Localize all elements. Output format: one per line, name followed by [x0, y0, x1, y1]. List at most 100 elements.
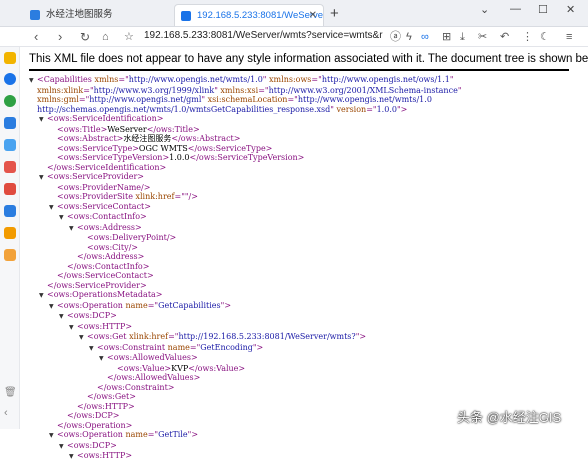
xml-line: xmlns:xlink="http://www.w3.org/1999/xlin…: [29, 86, 581, 96]
xml-token: <ows:Get: [87, 332, 130, 341]
night-mode-icon[interactable]: ☾: [540, 29, 550, 45]
xml-token: <ows:ServiceType>: [57, 143, 139, 153]
reload-icon[interactable]: ↻: [80, 29, 90, 45]
collapse-triangle-icon[interactable]: ▼: [79, 333, 87, 343]
back-icon[interactable]: ‹: [34, 29, 38, 45]
xml-token: 1.0.0: [169, 153, 190, 162]
maximize-icon[interactable]: ☐: [538, 3, 548, 16]
pdf-icon[interactable]: [4, 183, 16, 195]
home-icon[interactable]: ⌂: [102, 29, 109, 45]
xml-token: <ows:HTTP>: [77, 321, 133, 331]
collapse-sidebar-icon[interactable]: ‹: [4, 407, 16, 419]
xml-token: </ows:AllowedValues>: [107, 373, 201, 382]
forward-icon[interactable]: ›: [58, 29, 62, 45]
xml-line: <ows:Value>KVP</ows:Value>: [29, 364, 581, 374]
xml-line: ▼ <Capabilities xmlns="http://www.opengis…: [29, 75, 581, 86]
xml-token: =": [168, 332, 179, 341]
browser-icon[interactable]: [4, 73, 16, 85]
xml-line: </ows:ContactInfo>: [29, 262, 581, 272]
xml-line: ▼ <ows:Operation name="GetTile">: [29, 430, 581, 441]
xml-token: <ows:DCP>: [67, 440, 117, 450]
xml-token: GetEncoding: [200, 342, 253, 352]
close-window-icon[interactable]: ✕: [566, 3, 575, 16]
xml-document-tree: ▼ <Capabilities xmlns="http://www.opengis…: [29, 75, 581, 462]
download-icon[interactable]: ⤓: [460, 29, 465, 45]
new-tab-button[interactable]: +: [330, 5, 339, 22]
video-icon[interactable]: [4, 205, 16, 217]
xml-line: </ows:ServiceContact>: [29, 271, 581, 281]
close-tab-icon[interactable]: ✕: [309, 5, 317, 26]
collapse-triangle-icon[interactable]: ▼: [39, 115, 47, 125]
collapse-triangle-icon[interactable]: ▼: [49, 203, 57, 213]
collapse-triangle-icon[interactable]: ▼: [59, 213, 67, 223]
ai-icon[interactable]: ∞: [421, 29, 429, 45]
collapse-triangle-icon[interactable]: ▼: [49, 302, 57, 312]
collapse-triangle-icon[interactable]: ▼: [29, 76, 37, 86]
shopping-icon[interactable]: [4, 161, 16, 173]
undo-icon[interactable]: ↶: [500, 29, 509, 45]
collapse-triangle-icon[interactable]: ▼: [59, 442, 67, 452]
xml-token: ": [457, 85, 462, 95]
favorites-icon[interactable]: [4, 52, 16, 64]
trash-icon[interactable]: 🗑: [4, 387, 17, 399]
xml-token: =": [366, 104, 377, 114]
xml-line: ▼ <ows:Constraint name="GetEncoding">: [29, 343, 581, 354]
search-sidebar-icon[interactable]: [4, 227, 16, 239]
xml-token: =": [147, 430, 159, 439]
xml-token: <ows:OperationsMetadata>: [47, 290, 163, 299]
xml-token: <ows:Title>: [57, 124, 108, 134]
xml-token: ">: [396, 104, 408, 114]
chat-icon[interactable]: [4, 95, 16, 107]
xml-token: <ows:Abstract>: [57, 134, 124, 143]
xml-token: GetTile: [158, 430, 188, 439]
xml-token: <ows:ProviderName/>: [57, 182, 151, 192]
collapse-triangle-icon[interactable]: ▼: [89, 344, 97, 354]
xml-token: </ows:ContactInfo>: [67, 261, 150, 271]
xml-token: </ows:Title>: [146, 124, 200, 134]
page-favicon-icon: [181, 11, 191, 21]
tab-map-service[interactable]: 水经注地图服务: [24, 4, 170, 26]
weather-icon[interactable]: [4, 139, 16, 151]
minimize-icon[interactable]: —: [510, 3, 521, 15]
xml-token: http://www.opengis.net/ows/1.1: [321, 75, 450, 84]
collapse-triangle-icon[interactable]: ▼: [69, 323, 77, 333]
collapse-triangle-icon[interactable]: ▼: [39, 291, 47, 301]
star-icon[interactable]: ☆: [124, 29, 134, 45]
xml-token: =": [118, 75, 129, 84]
xml-token: <ows:City/>: [87, 242, 138, 252]
translate-sidebar-icon[interactable]: [4, 117, 16, 129]
grid-icon[interactable]: ⊞: [442, 29, 451, 45]
notes-icon[interactable]: [4, 249, 16, 261]
address-input[interactable]: 192.168.5.233:8081/WeServer/wmts?service…: [144, 30, 384, 41]
xml-token: =": [287, 95, 298, 104]
collapse-triangle-icon[interactable]: ▼: [99, 354, 107, 364]
scissors-icon[interactable]: ✂: [478, 29, 487, 45]
xml-token: OGC WMTS: [138, 143, 188, 153]
more-icon[interactable]: ⋮: [522, 29, 533, 45]
tab-list-icon[interactable]: ⌄: [480, 3, 489, 16]
xml-line: http://schemas.opengis.net/wmts/1.0/wmts…: [29, 105, 581, 115]
xml-token: http://www.w3.org/2001/XMLSchema-instanc…: [268, 85, 458, 95]
xml-line: ▼ <ows:ContactInfo>: [29, 212, 581, 223]
translate-icon[interactable]: ⓐ: [390, 29, 401, 45]
xml-token: KVP: [171, 363, 189, 373]
tab-wmts-active[interactable]: 192.168.5.233:8081/WeServer/w ✕: [174, 4, 324, 26]
menu-icon[interactable]: ≡: [566, 29, 572, 45]
collapse-triangle-icon[interactable]: ▼: [39, 173, 47, 183]
collapse-triangle-icon[interactable]: ▼: [59, 312, 67, 322]
collapse-triangle-icon[interactable]: ▼: [69, 224, 77, 234]
xml-token: <ows:ServiceIdentification>: [47, 114, 164, 123]
xml-line: <ows:ServiceTypeVersion>1.0.0</ows:Servi…: [29, 153, 581, 163]
collapse-triangle-icon[interactable]: ▼: [49, 431, 57, 441]
xml-token: version: [336, 104, 367, 114]
xml-line: ▼ <ows:OperationsMetadata>: [29, 290, 581, 301]
xml-token: WeServer: [107, 124, 147, 134]
xml-line: </ows:AllowedValues>: [29, 373, 581, 383]
xml-style-notice: This XML file does not appear to have an…: [29, 49, 588, 71]
xml-token: </ows:Abstract>: [171, 134, 241, 143]
xml-token: ">: [252, 342, 264, 352]
xml-token: http://192.168.5.233:8081/WeServer/wmts?: [178, 332, 356, 341]
xml-token: <ows:DeliveryPoint/>: [87, 233, 177, 242]
lightning-icon[interactable]: ϟ: [406, 29, 412, 45]
collapse-triangle-icon[interactable]: ▼: [69, 452, 77, 462]
